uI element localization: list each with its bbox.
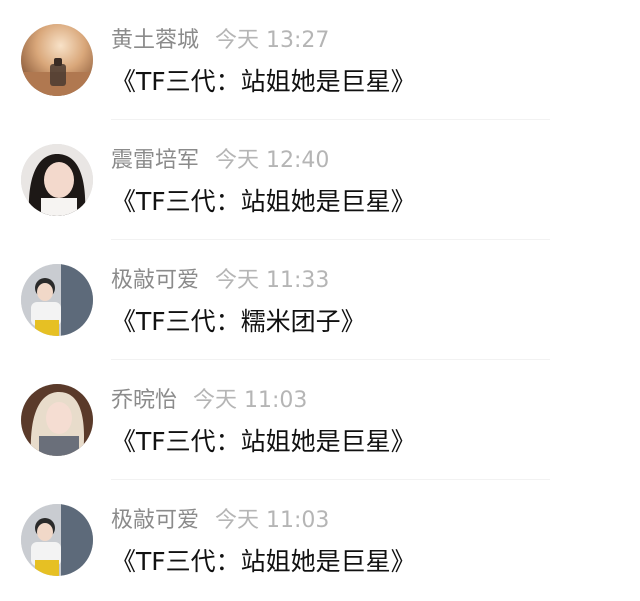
girl-portrait-avatar-icon[interactable] xyxy=(21,144,93,216)
comment-text: 《TF三代：糯米团子》 xyxy=(111,307,366,336)
username[interactable]: 极敲可爱 xyxy=(111,268,199,293)
timestamp: 今天 12:40 xyxy=(215,148,330,173)
timestamp: 今天 11:03 xyxy=(215,508,330,533)
blonde-girl-avatar-icon[interactable] xyxy=(21,384,93,456)
comment-text: 《TF三代：站姐她是巨星》 xyxy=(111,547,416,576)
boy-photo-avatar-icon[interactable] xyxy=(21,264,93,336)
comment-text: 《TF三代：站姐她是巨星》 xyxy=(111,67,416,96)
boy-photo-avatar-icon[interactable] xyxy=(21,504,93,576)
comment-item[interactable]: 黄土蓉城 今天 13:27 《TF三代：站姐她是巨星》 xyxy=(0,0,640,120)
comment-meta: 黄土蓉城 今天 13:27 xyxy=(111,24,329,58)
comment-meta: 极敲可爱 今天 11:03 xyxy=(111,504,329,538)
comment-item[interactable]: 极敲可爱 今天 11:33 《TF三代：糯米团子》 xyxy=(0,240,640,360)
comment-text: 《TF三代：站姐她是巨星》 xyxy=(111,187,416,216)
username[interactable]: 黄土蓉城 xyxy=(111,28,199,53)
comment-meta: 乔晥怡 今天 11:03 xyxy=(111,384,307,418)
comment-item[interactable]: 极敲可爱 今天 11:03 《TF三代：站姐她是巨星》 xyxy=(0,480,640,600)
comment-meta: 震雷培军 今天 12:40 xyxy=(111,144,329,178)
username[interactable]: 乔晥怡 xyxy=(111,388,177,413)
comment-item[interactable]: 乔晥怡 今天 11:03 《TF三代：站姐她是巨星》 xyxy=(0,360,640,480)
comment-meta: 极敲可爱 今天 11:33 xyxy=(111,264,329,298)
comment-text: 《TF三代：站姐她是巨星》 xyxy=(111,427,416,456)
timestamp: 今天 11:03 xyxy=(193,388,308,413)
comment-list: 黄土蓉城 今天 13:27 《TF三代：站姐她是巨星》 震雷培军 今天 12:40 … xyxy=(0,0,640,601)
comment-item[interactable]: 震雷培军 今天 12:40 《TF三代：站姐她是巨星》 xyxy=(0,120,640,240)
timestamp: 今天 13:27 xyxy=(215,28,330,53)
username[interactable]: 震雷培军 xyxy=(111,148,199,173)
sunset-bottle-avatar-icon[interactable] xyxy=(21,24,93,96)
timestamp: 今天 11:33 xyxy=(215,268,330,293)
username[interactable]: 极敲可爱 xyxy=(111,508,199,533)
